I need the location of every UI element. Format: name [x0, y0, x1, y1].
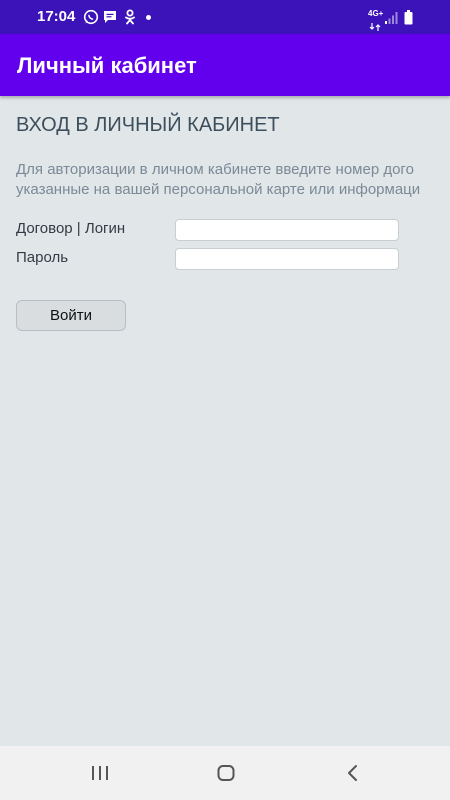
password-label: Пароль — [16, 249, 69, 266]
password-input[interactable] — [175, 248, 399, 270]
app-title: Личный кабинет — [17, 53, 197, 78]
signal-icon — [385, 11, 399, 29]
status-time: 17:04 — [37, 8, 76, 25]
page-heading: ВХОД В ЛИЧНЫЙ КАБИНЕТ — [16, 114, 280, 136]
login-description: Для авторизации в личном кабинете введит… — [16, 160, 450, 200]
battery-icon — [404, 10, 413, 30]
navigation-bar — [0, 746, 450, 800]
back-icon[interactable] — [343, 763, 363, 788]
description-line-1: Для авторизации в личном кабинете введит… — [16, 161, 414, 178]
message-icon — [102, 9, 118, 30]
network-type: 4G+ — [368, 9, 384, 18]
login-page: ВХОД В ЛИЧНЫЙ КАБИНЕТ Для авторизации в … — [0, 96, 450, 746]
login-input[interactable] — [175, 219, 399, 241]
status-bar: 17:04 4G+ — [0, 0, 450, 34]
odnoklassniki-icon — [123, 9, 137, 30]
whatsapp-icon — [83, 9, 99, 30]
login-label: Договор | Логин — [16, 220, 126, 237]
notification-dot — [146, 15, 151, 20]
description-line-2: указанные на вашей персональной карте ил… — [16, 181, 421, 198]
login-button[interactable]: Войти — [16, 300, 126, 331]
home-icon[interactable] — [216, 763, 236, 788]
recents-icon[interactable] — [90, 763, 110, 788]
app-bar: Личный кабинет — [0, 34, 450, 96]
